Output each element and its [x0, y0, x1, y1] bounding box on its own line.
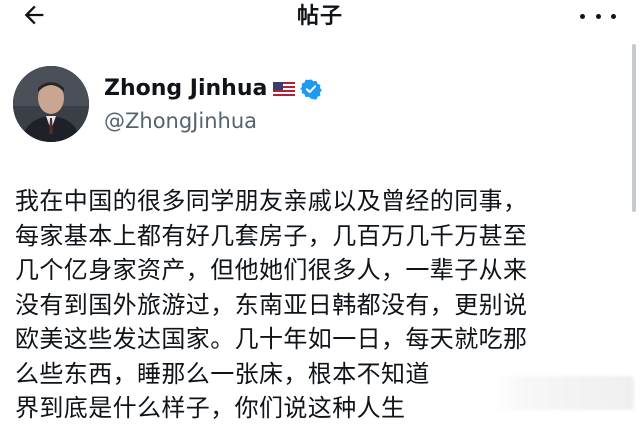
post-text-line: 几个亿身家资产，但他她们很多人，一辈子从来 [15, 256, 528, 284]
post-text-line: 没有到国外旅游过，东南亚日韩都没有，更别说 [15, 290, 528, 319]
author-handle[interactable]: @ZhongJinhua [104, 108, 257, 134]
author-display-name[interactable]: Zhong Jinhua [104, 75, 267, 103]
post-author: Zhong Jinhua @ZhongJinhua [0, 60, 640, 150]
page-title: 帖子 [296, 4, 343, 29]
blurred-watermark [494, 376, 634, 410]
post-text-line: 每家基本上都有好几套房子，几百万几千万甚至 [15, 221, 528, 250]
verified-badge-icon [300, 78, 323, 100]
avatar[interactable] [13, 66, 89, 142]
post-text-line: 欧美这些发达国家。几十年如一日，每天就吃那 [15, 325, 528, 353]
post-text-line: 我在中国的很多同学朋友亲戚以及曾经的同事， [15, 187, 528, 215]
scrollbar[interactable] [632, 44, 636, 212]
top-app-bar: 帖子 [0, 0, 640, 36]
author-name-row[interactable]: Zhong Jinhua [104, 75, 323, 103]
us-flag-icon [273, 82, 296, 96]
more-horizontal-icon [580, 13, 585, 19]
more-options-button[interactable] [580, 6, 616, 26]
